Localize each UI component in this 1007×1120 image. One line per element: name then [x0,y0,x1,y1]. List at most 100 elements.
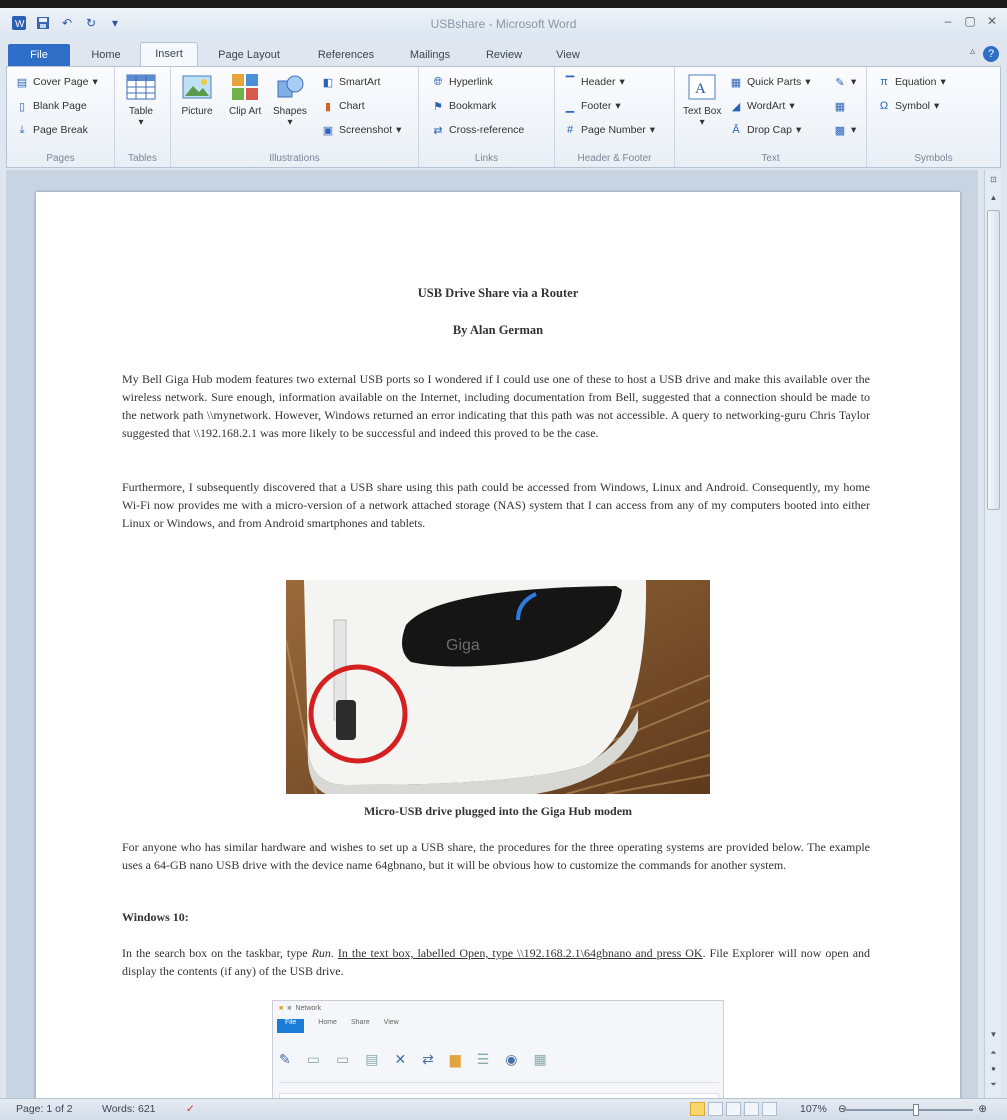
photo-brand-text: Giga [446,637,480,654]
cover-page-icon: ▤ [16,76,28,89]
omega-icon: Ω [879,100,889,112]
group-label-text: Text [761,153,780,164]
scroll-thumb[interactable] [987,210,1000,510]
tab-view[interactable]: View [540,44,596,66]
smartart-icon: ◧ [322,76,334,89]
tab-review[interactable]: Review [472,44,536,66]
page-count[interactable]: Page: 1 of 2 [16,1103,73,1115]
paragraph-4: In the search box on the taskbar, type R… [122,946,871,978]
bookmark-icon: ⚑ [433,100,443,113]
blank-page-button[interactable]: ▯ Blank Page [15,97,87,115]
full-screen-reading-view-icon[interactable] [708,1102,723,1116]
title-bar: W ↶ ↻ ▾ USBshare - Microsoft Word – ▢ ✕ [0,8,1007,38]
photo-caption: Micro-USB drive plugged into the Giga Hu… [363,804,633,818]
help-icon[interactable]: ? [983,46,999,62]
drop-cap-icon: Ā [732,124,740,136]
table-button[interactable]: Table ▾ [125,71,157,128]
picture-icon [182,75,212,99]
wordart-icon: ◢ [731,100,741,113]
header-button[interactable]: ▔ Header ▾ [563,73,625,91]
minimize-icon[interactable]: – [939,13,957,29]
tab-page-layout[interactable]: Page Layout [204,44,294,66]
word-window: W ↶ ↻ ▾ USBshare - Microsoft Word – ▢ ✕ … [0,8,1007,1120]
group-label-illustrations: Illustrations [269,153,320,164]
page-number-icon: # [566,124,574,136]
group-label-symbols: Symbols [914,153,953,164]
clip-art-button[interactable]: Clip Art [229,71,261,117]
group-header-footer: ▔ Header ▾ ▁ Footer ▾ # Page Number ▾ Header &… [555,67,675,167]
footer-button[interactable]: ▁ Footer ▾ [563,97,621,115]
screenshot-button[interactable]: ▣ Screenshot ▾ [321,121,402,139]
maximize-icon[interactable]: ▢ [961,13,979,29]
wordart-button[interactable]: ◢ WordArt ▾ [729,97,795,115]
screenshot-title: Network [295,1005,322,1012]
close-icon[interactable]: ✕ [983,13,1001,29]
document-area[interactable]: USB Drive Share via a Router By Alan Ger… [6,170,978,1098]
screenshot-titlebar: ■ ■ Network [279,1005,322,1012]
ruler-toggle-icon[interactable]: ⊡ [986,172,1001,187]
clip-art-icon [232,74,259,100]
scroll-up-icon[interactable]: ▲ [986,190,1001,205]
select-browse-object-icon[interactable]: ● [986,1061,1001,1076]
vertical-scrollbar[interactable]: ⊡ ▲ ▼ ⏶ ● ⏷ [984,170,1001,1098]
draft-view-icon[interactable] [762,1102,777,1116]
footer-icon: ▁ [565,100,575,113]
bookmark-button[interactable]: ⚑ Bookmark [431,97,496,115]
proofing-icon[interactable]: ✓ [186,1103,195,1115]
document-page[interactable]: USB Drive Share via a Router By Alan Ger… [36,192,960,1098]
zoom-slider[interactable] [843,1104,973,1116]
chart-icon: ▮ [324,100,332,113]
equation-icon: π [880,76,888,88]
file-explorer-screenshot[interactable]: ■ ■ Network File Home Share View ✎ ▭ ▭ ▤ ✕… [272,1000,724,1098]
symbol-button[interactable]: Ω Symbol ▾ [877,97,939,115]
window-title: USBshare - Microsoft Word [430,17,577,31]
zoom-level[interactable]: 107% [800,1103,827,1115]
text-box-button[interactable]: A Text Box ▾ [683,71,721,128]
picture-button[interactable]: Picture [181,71,213,117]
router-photo-image: Giga [286,580,710,794]
outline-view-icon[interactable] [744,1102,759,1116]
previous-page-icon[interactable]: ⏶ [986,1045,1001,1060]
drop-cap-button[interactable]: Ā Drop Cap ▾ [729,121,801,139]
group-tables: Table ▾ Tables [115,67,171,167]
router-photo[interactable]: Giga [286,580,710,794]
page-break-icon: ⤓ [19,123,25,136]
next-page-icon[interactable]: ⏷ [986,1077,1001,1092]
date-time-button[interactable]: ▦ [833,97,847,115]
web-layout-view-icon[interactable] [726,1102,741,1116]
window-controls: – ▢ ✕ [939,13,1001,29]
minimize-ribbon-icon[interactable]: ▵ [970,46,975,62]
tab-insert[interactable]: Insert [140,42,198,66]
paragraph-3: For anyone who has similar hardware and … [122,840,870,872]
tab-home[interactable]: Home [76,44,136,66]
zoom-slider-knob[interactable] [912,1104,919,1116]
signature-line-button[interactable]: ✎ ▾ [833,73,856,91]
object-button[interactable]: ▩ ▾ [833,121,856,139]
equation-button[interactable]: π Equation ▾ [877,73,946,91]
ribbon-tabs: File Home Insert Page Layout References … [0,40,1007,66]
tab-file[interactable]: File [8,44,70,66]
zoom-in-icon[interactable]: ⊕ [978,1103,987,1115]
tab-references[interactable]: References [300,44,392,66]
quick-parts-button[interactable]: ▦ Quick Parts ▾ [729,73,811,91]
cross-reference-button[interactable]: ⇄ Cross-reference [431,121,524,139]
word-count[interactable]: Words: 621 [102,1103,156,1115]
windows-heading: Windows 10: [122,910,189,924]
print-layout-view-icon[interactable] [690,1102,705,1116]
scroll-down-icon[interactable]: ▼ [986,1027,1001,1042]
quick-parts-icon: ▦ [730,76,742,89]
tab-mailings[interactable]: Mailings [394,44,466,66]
document-author: By Alan German [452,323,544,337]
table-icon [126,74,156,100]
page-number-button[interactable]: # Page Number ▾ [563,121,655,139]
smartart-button[interactable]: ◧ SmartArt [321,73,381,91]
chart-button[interactable]: ▮ Chart [321,97,365,115]
shapes-button[interactable]: Shapes ▾ [273,71,307,128]
cover-page-button[interactable]: ▤ Cover Page ▾ [15,73,98,91]
page-break-button[interactable]: ⤓ Page Break [15,121,88,139]
group-label-pages: Pages [46,153,75,164]
hyperlink-button[interactable]: 🌐︎ Hyperlink [431,73,493,91]
screenshot-icon: ▣ [322,124,334,137]
paragraph-2: Furthermore, I subsequently discovered t… [122,480,870,530]
group-links: 🌐︎ Hyperlink ⚑ Bookmark ⇄ Cross-reference L… [419,67,555,167]
